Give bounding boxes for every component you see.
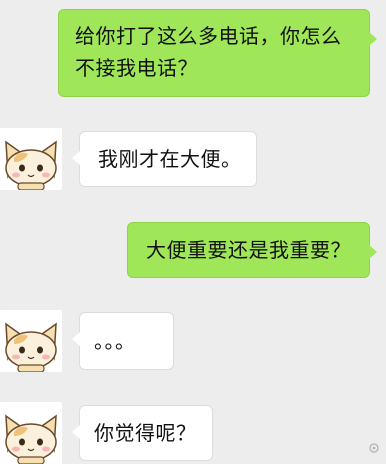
chat-conversation: 给你打了这么多电话，你怎么 不接我电话？ .b1::after{} 我刚才在大便… [0,0,386,464]
message-text: 大便重要还是我重要？ [146,238,351,262]
received-message-bubble[interactable]: 我刚才在大便。 [72,131,257,187]
message-text-line: 给你打了这么多电话，你怎么 [75,24,342,48]
received-message-bubble[interactable]: 。。。 [72,312,174,370]
contact-avatar[interactable] [0,402,62,464]
received-message-bubble[interactable]: 你觉得呢？ [72,405,213,461]
cat-avatar-icon [0,128,62,190]
message-text: 你觉得呢？ [94,421,197,445]
watermark-icon [369,443,379,453]
cat-avatar-icon [0,310,62,372]
contact-avatar[interactable] [0,310,62,372]
message-text-line: 不接我电话？ [75,56,198,80]
message-text: 我刚才在大便。 [98,147,242,171]
sent-message-bubble[interactable]: 给你打了这么多电话，你怎么 不接我电话？ .b1::after{} [58,9,377,97]
sent-message-bubble[interactable]: 大便重要还是我重要？ [127,222,377,278]
contact-avatar[interactable] [0,128,62,190]
cat-avatar-icon [0,402,62,464]
message-text: 。。。 [94,329,136,353]
